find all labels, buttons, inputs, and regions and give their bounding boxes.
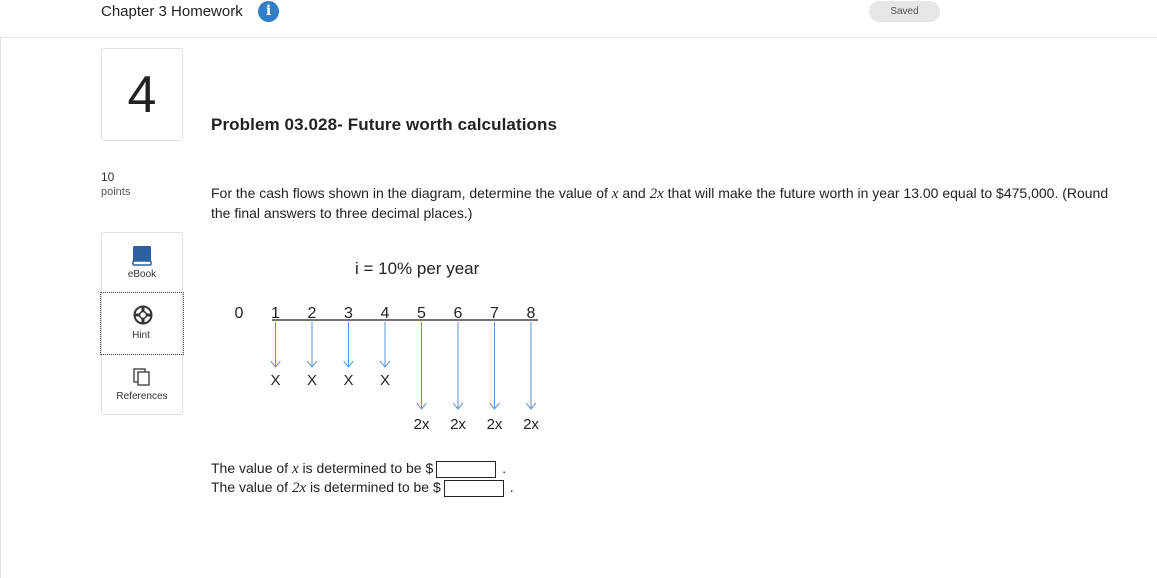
problem-text-part: and <box>618 185 650 201</box>
tools-panel: eBook Hint References <box>100 232 184 415</box>
cash-flow-label: 2x <box>414 416 430 433</box>
answer-row-x: The value of x is determined to be $. <box>211 459 514 478</box>
cash-flow-label: X <box>307 372 317 389</box>
left-divider <box>0 38 1 578</box>
year-label: 2 <box>308 305 317 322</box>
year-label: 7 <box>490 305 499 322</box>
references-button[interactable]: References <box>102 355 182 415</box>
2x-value-input[interactable] <box>443 479 504 497</box>
year-label: 3 <box>344 305 353 322</box>
cash-flow-label: X <box>380 372 390 389</box>
points-label: points <box>101 186 131 198</box>
points-value: 10 <box>101 170 115 184</box>
answer-text: The value of <box>211 460 292 476</box>
hint-button[interactable]: Hint <box>100 292 184 355</box>
question-number: 4 <box>101 48 183 141</box>
cash-flow-labels: X X X X 2x 2x 2x 2x <box>270 372 539 433</box>
variable-x: x <box>291 461 299 477</box>
cash-flow-label: X <box>343 372 353 389</box>
problem-statement: For the cash flows shown in the diagram,… <box>211 184 1111 223</box>
answer-text: is determined to be $ <box>306 479 441 495</box>
answer-section: The value of x is determined to be $. Th… <box>211 459 514 497</box>
year-label: 6 <box>454 305 463 322</box>
cash-flow-label: 2x <box>523 416 539 433</box>
cash-flow-label: 2x <box>487 416 503 433</box>
book-icon <box>132 246 152 266</box>
points-info: 10 points <box>101 170 130 200</box>
interest-rate-label: i = 10% per year <box>355 259 480 278</box>
saved-status-badge: Saved <box>869 1 940 22</box>
answer-text: The value of <box>211 479 292 495</box>
problem-title: Problem 03.028- Future worth calculation… <box>211 115 558 134</box>
assignment-title: Chapter 3 Homework <box>101 3 243 20</box>
top-bar: Chapter 3 Homework i Saved <box>0 0 1157 38</box>
variable-2x: 2x <box>649 186 664 202</box>
variable-2x: 2x <box>291 480 307 496</box>
answer-row-2x: The value of 2x is determined to be $. <box>211 478 514 497</box>
lifebuoy-icon <box>133 305 153 325</box>
cash-flow-arrows <box>276 322 532 409</box>
answer-text: is determined to be $ <box>298 460 434 476</box>
references-label: References <box>116 391 168 402</box>
documents-icon <box>133 368 150 386</box>
info-icon[interactable]: i <box>258 1 279 22</box>
x-value-input[interactable] <box>436 460 497 478</box>
year-label: 8 <box>527 305 536 322</box>
period-text: . <box>502 460 507 476</box>
cash-flow-label: 2x <box>450 416 466 433</box>
cash-flow-diagram: i = 10% per year 0 1 2 3 4 5 6 7 8 X X X X 2x 2x 2x 2x <box>235 259 540 433</box>
ebook-label: eBook <box>127 269 157 280</box>
year-label: 5 <box>417 305 426 322</box>
hint-label: Hint <box>132 330 150 341</box>
year-labels: 0 1 2 3 4 5 6 7 8 <box>235 305 536 322</box>
year-label: 1 <box>271 305 280 322</box>
period-text: . <box>509 479 514 495</box>
ebook-button[interactable]: eBook <box>102 233 182 293</box>
problem-text-part: For the cash flows shown in the diagram,… <box>211 185 612 201</box>
year-label: 4 <box>381 305 390 322</box>
cash-flow-label: X <box>270 372 280 389</box>
year-label: 0 <box>235 305 244 322</box>
